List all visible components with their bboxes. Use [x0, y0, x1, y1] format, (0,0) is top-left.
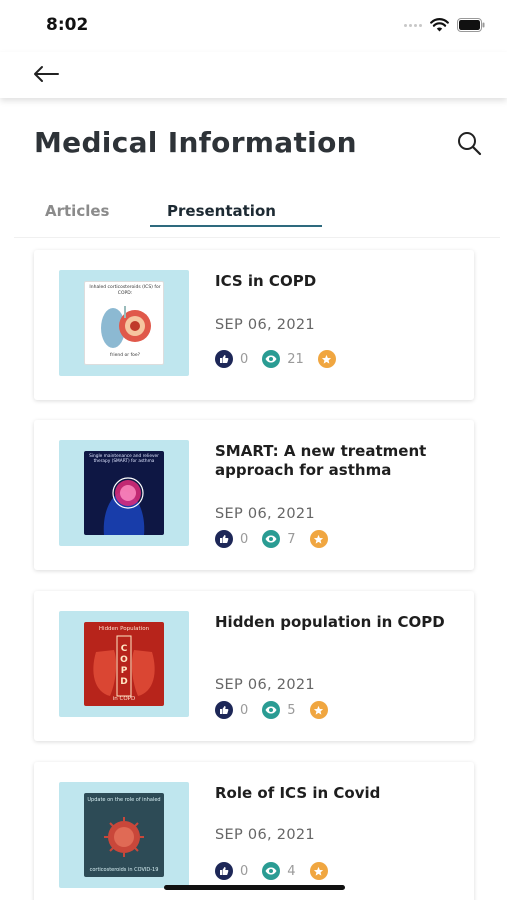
presentation-card[interactable]: Hidden Population COPD in COPD Hidden po… [34, 591, 474, 741]
card-date: SEP 06, 2021 [215, 317, 315, 333]
eye-icon [262, 530, 281, 548]
home-indicator[interactable] [164, 885, 345, 890]
tab-articles[interactable]: Articles [45, 202, 109, 220]
presentation-card[interactable]: Single maintenance and reliever therapy … [34, 420, 474, 570]
thumbnail-image: Inhaled corticosteroids (ICS) for COPD: … [84, 281, 164, 365]
eye-icon [262, 701, 281, 719]
thumbs-up-icon[interactable] [215, 862, 233, 880]
thumbs-up-icon[interactable] [215, 350, 233, 368]
app-bar [0, 52, 507, 98]
presentation-thumbnail: Hidden Population COPD in COPD [59, 611, 189, 717]
views-count: 4 [287, 863, 296, 879]
presentation-card[interactable]: Update on the role of inhaled corticoste… [34, 762, 474, 900]
battery-icon [457, 18, 485, 32]
card-title: SMART: A new treatment approach for asth… [215, 442, 427, 479]
card-title: Role of ICS in Covid [215, 784, 381, 802]
thumbnail-subcaption: corticosteroids in COVID-19 [89, 867, 159, 873]
thumbnail-image: Update on the role of inhaled corticoste… [84, 793, 164, 877]
wifi-icon [430, 18, 449, 32]
search-icon [458, 132, 482, 156]
status-icons [404, 18, 485, 32]
thumbnail-subcaption: friend or foe? [109, 353, 141, 358]
likes-count: 0 [240, 863, 249, 879]
tab-bar: Articles Presentation [14, 196, 500, 238]
back-button[interactable] [30, 60, 62, 88]
card-date: SEP 06, 2021 [215, 827, 315, 843]
views-count: 21 [287, 351, 304, 367]
likes-count: 0 [240, 531, 249, 547]
thumbnail-image: Hidden Population COPD in COPD [84, 622, 164, 706]
presentation-card[interactable]: Inhaled corticosteroids (ICS) for COPD: … [34, 250, 474, 400]
signal-icon [404, 23, 422, 27]
likes-count: 0 [240, 702, 249, 718]
active-tab-indicator [150, 225, 322, 227]
star-icon[interactable] [309, 530, 328, 548]
card-title: ICS in COPD [215, 272, 317, 290]
presentation-thumbnail: Inhaled corticosteroids (ICS) for COPD: … [59, 270, 189, 376]
thumbnail-center-text: COPD [120, 644, 128, 687]
card-stats: 0 4 [215, 862, 328, 880]
eye-icon [262, 862, 281, 880]
status-time: 8:02 [46, 15, 89, 35]
star-icon[interactable] [317, 350, 336, 368]
card-date: SEP 06, 2021 [215, 677, 315, 693]
card-stats: 0 21 [215, 350, 336, 368]
virus-illustration [104, 817, 144, 857]
card-stats: 0 7 [215, 530, 328, 548]
thumbs-up-icon[interactable] [215, 530, 233, 548]
star-icon[interactable] [309, 862, 328, 880]
presentation-thumbnail: Update on the role of inhaled corticoste… [59, 782, 189, 888]
eye-icon [262, 350, 281, 368]
thumbnail-image: Single maintenance and reliever therapy … [84, 451, 164, 535]
views-count: 5 [287, 702, 296, 718]
thumbs-up-icon[interactable] [215, 701, 233, 719]
likes-count: 0 [240, 351, 249, 367]
card-stats: 0 5 [215, 701, 328, 719]
star-icon[interactable] [309, 701, 328, 719]
asthma-illustration [103, 477, 145, 535]
card-date: SEP 06, 2021 [215, 506, 315, 522]
search-button[interactable] [453, 127, 485, 159]
card-title: Hidden population in COPD [215, 613, 445, 631]
presentation-thumbnail: Single maintenance and reliever therapy … [59, 440, 189, 546]
arrow-left-icon [34, 66, 59, 82]
status-bar: 8:02 [0, 0, 507, 52]
thumbnail-subcaption: in COPD [112, 696, 136, 702]
page-title: Medical Information [34, 126, 357, 159]
tab-presentation[interactable]: Presentation [167, 202, 276, 220]
views-count: 7 [287, 531, 296, 547]
